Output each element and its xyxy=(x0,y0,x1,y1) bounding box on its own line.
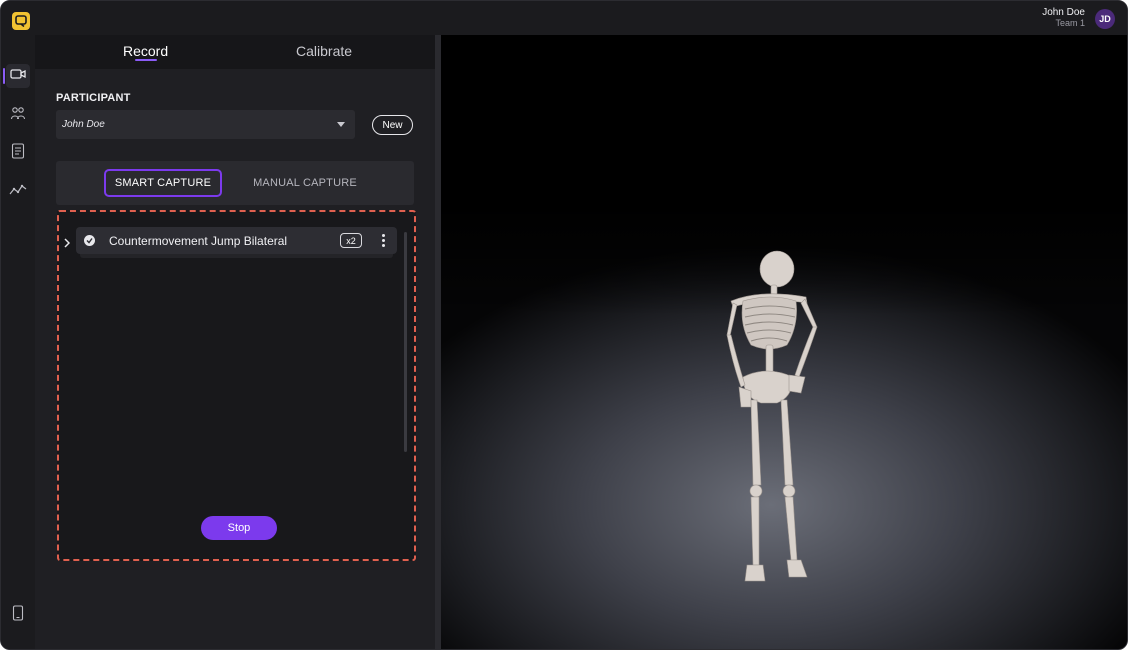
top-bar: John Doe Team 1 JD xyxy=(1,1,1127,35)
participant-select-value: John Doe xyxy=(62,119,105,130)
participants-icon xyxy=(10,105,26,126)
scrollbar[interactable] xyxy=(404,232,407,452)
list-item-stack xyxy=(80,254,393,258)
tab-active-indicator xyxy=(135,59,157,61)
user-name: John Doe xyxy=(1042,7,1085,18)
participant-label: PARTICIPANT xyxy=(56,92,131,104)
chevron-right-icon[interactable] xyxy=(64,235,71,253)
app-window: John Doe Team 1 JD Record Calibrate PART… xyxy=(0,0,1128,650)
nav-device[interactable] xyxy=(6,603,30,627)
tab-record[interactable]: Record xyxy=(123,43,168,59)
skeleton-model xyxy=(726,250,818,582)
capture-drop-area: Countermovement Jump Bilateral x2 Stop xyxy=(57,210,416,561)
more-options-icon[interactable] xyxy=(377,234,389,247)
repetition-count-badge: x2 xyxy=(340,233,362,248)
device-icon xyxy=(12,604,24,626)
app-logo-icon xyxy=(12,12,30,30)
stop-button[interactable]: Stop xyxy=(201,516,277,540)
nav-participants[interactable] xyxy=(6,103,30,127)
manual-capture-button[interactable]: MANUAL CAPTURE xyxy=(246,169,364,197)
nav-rail xyxy=(1,35,35,649)
list-item-label: Countermovement Jump Bilateral xyxy=(109,234,288,248)
smart-capture-button[interactable]: SMART CAPTURE xyxy=(104,169,222,197)
nav-analytics[interactable] xyxy=(6,180,30,204)
analytics-icon xyxy=(9,183,27,201)
chevron-down-icon xyxy=(337,122,345,127)
user-team: Team 1 xyxy=(1055,18,1085,28)
tab-calibrate[interactable]: Calibrate xyxy=(296,43,352,59)
list-item[interactable]: Countermovement Jump Bilateral x2 xyxy=(64,227,397,254)
avatar[interactable]: JD xyxy=(1095,9,1115,29)
3d-viewport[interactable] xyxy=(441,35,1127,649)
nav-record[interactable] xyxy=(3,64,30,88)
user-info: John Doe Team 1 xyxy=(1042,7,1085,29)
participant-select[interactable]: John Doe xyxy=(56,110,355,139)
new-participant-button[interactable]: New xyxy=(372,115,413,135)
check-circle-icon xyxy=(84,235,95,246)
record-camera-icon xyxy=(10,67,26,85)
record-panel: Record Calibrate PARTICIPANT John Doe Ne… xyxy=(35,35,435,649)
capture-mode-toggle: SMART CAPTURE MANUAL CAPTURE xyxy=(56,161,414,205)
reports-icon xyxy=(11,142,25,164)
nav-reports[interactable] xyxy=(6,141,30,165)
panel-tabs: Record Calibrate xyxy=(35,35,435,69)
